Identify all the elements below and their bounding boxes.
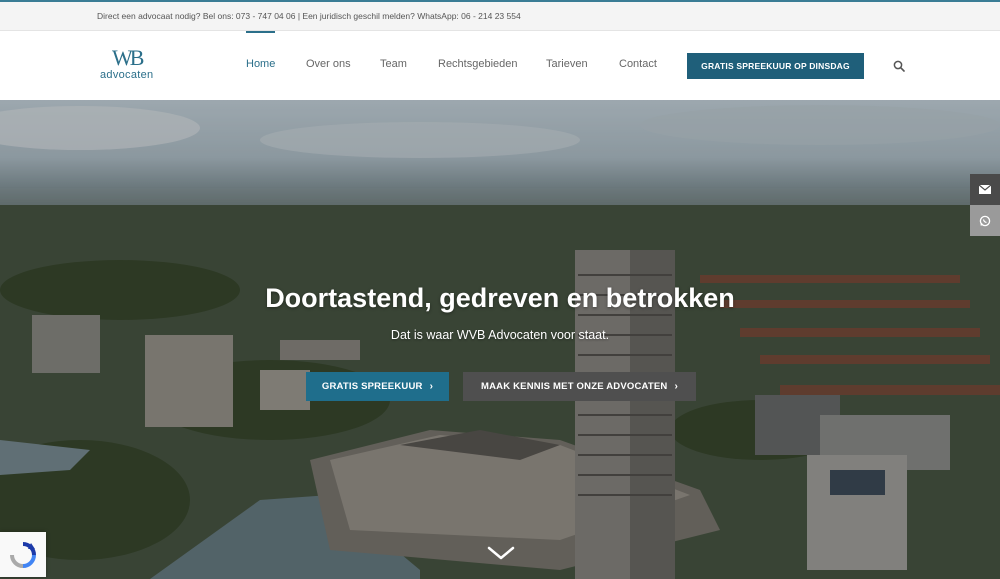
free-consultation-hero-label: GRATIS SPREEKUUR [321, 381, 423, 392]
recaptcha-badge[interactable] [0, 532, 46, 577]
site-header: WB advocaten Home Over ons Team Rechtsge… [0, 31, 1000, 100]
nav-item-home[interactable]: Home [246, 58, 275, 70]
nav-item-contact[interactable]: Contact [619, 58, 657, 70]
chevron-down-icon[interactable] [487, 545, 515, 561]
nav-item-tarieven[interactable]: Tarieven [546, 58, 588, 70]
free-consultation-hero-button[interactable]: GRATIS SPREEKUUR › [306, 372, 449, 401]
free-consultation-button[interactable]: GRATIS SPREEKUUR OP DINSDAG [687, 53, 864, 79]
site-logo[interactable]: WB advocaten [100, 47, 158, 85]
top-contact-text: Direct een advocaat nodig? Bel ons: 073 … [97, 11, 521, 21]
meet-lawyers-button[interactable]: MAAK KENNIS MET ONZE ADVOCATEN › [463, 372, 696, 401]
nav-item-over-ons[interactable]: Over ons [306, 58, 351, 70]
recaptcha-icon [10, 541, 36, 568]
nav-item-team[interactable]: Team [380, 58, 407, 70]
chevron-right-icon: › [429, 381, 434, 392]
hero-section: Doortastend, gedreven en betrokken Dat i… [0, 100, 1000, 579]
nav-item-rechtsgebieden[interactable]: Rechtsgebieden [438, 58, 518, 70]
side-mail-button[interactable] [970, 174, 1000, 205]
hero-title: Doortastend, gedreven en betrokken [265, 283, 735, 313]
nav-active-indicator [246, 31, 275, 33]
logo-mark: WB [112, 45, 145, 70]
whatsapp-icon [979, 215, 991, 226]
hero-subtitle: Dat is waar WVB Advocaten voor staat. [390, 328, 610, 342]
mail-icon [979, 185, 991, 194]
side-whatsapp-button[interactable] [970, 205, 1000, 236]
logo-text: advocaten [100, 69, 154, 81]
chevron-right-icon: › [674, 381, 679, 392]
search-icon[interactable] [893, 60, 905, 72]
meet-lawyers-label: MAAK KENNIS MET ONZE ADVOCATEN [480, 381, 668, 392]
top-contact-bar: Direct een advocaat nodig? Bel ons: 073 … [0, 0, 1000, 31]
